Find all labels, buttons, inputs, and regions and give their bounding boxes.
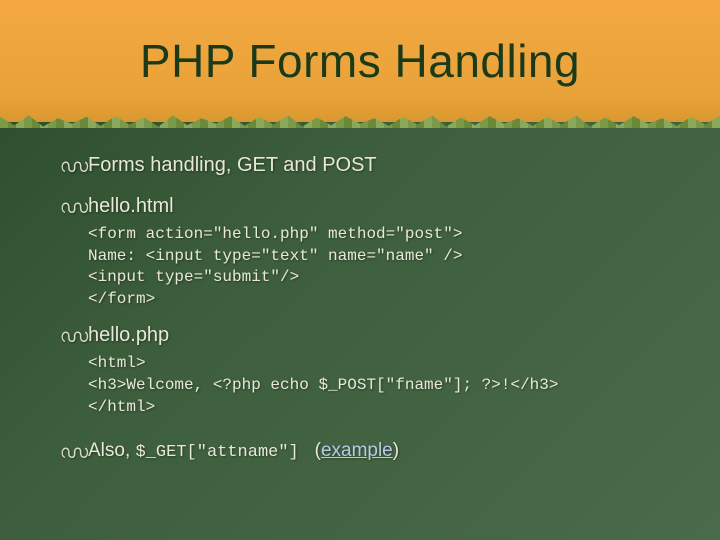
slide-title: PHP Forms Handling bbox=[140, 34, 580, 88]
bullet-item: ൜ Also, $_GET["attname"] (example) bbox=[88, 440, 660, 462]
code-block-html: <form action="hello.php" method="post"> … bbox=[88, 224, 660, 310]
bullet-text: hello.php bbox=[88, 324, 169, 346]
swirl-icon: ൜ bbox=[60, 197, 88, 218]
bullet-text: hello.html bbox=[88, 195, 174, 217]
bullet-text: Forms handling, GET and POST bbox=[88, 154, 377, 176]
title-band: PHP Forms Handling bbox=[0, 0, 720, 122]
paren-close: ) bbox=[393, 440, 399, 461]
slide-content: ൜ Forms handling, GET and POST ൜ hello.h… bbox=[0, 122, 720, 462]
code-block-php: <html> <h3>Welcome, <?php echo $_POST["f… bbox=[88, 353, 660, 418]
bullet-item: ൜ hello.php bbox=[88, 324, 660, 347]
swirl-icon: ൜ bbox=[60, 326, 88, 347]
bullet-item: ൜ hello.html bbox=[88, 195, 660, 218]
bullet-item: ൜ Forms handling, GET and POST bbox=[88, 154, 660, 177]
swirl-icon: ൜ bbox=[60, 156, 88, 177]
swirl-icon: ൜ bbox=[60, 442, 88, 463]
bullet-text: Also, $_GET["attname"] (example) bbox=[88, 440, 399, 461]
also-prefix: Also, bbox=[88, 440, 136, 461]
example-link[interactable]: example bbox=[321, 440, 393, 461]
inline-code: $_GET["attname"] bbox=[136, 443, 299, 462]
